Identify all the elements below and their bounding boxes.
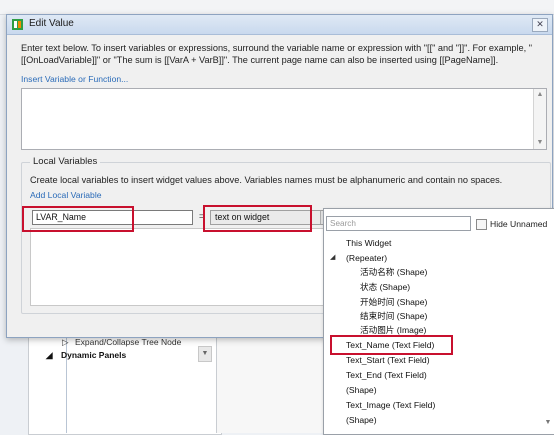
widget-search-input[interactable]: Search <box>326 216 471 231</box>
widget-item-start-time[interactable]: 开始时间 (Shape) <box>360 296 427 308</box>
local-variables-title: Local Variables <box>30 156 101 167</box>
textarea-scrollbar[interactable]: ▲ ▼ <box>533 89 546 149</box>
widget-item-text-end[interactable]: Text_End (Text Field) <box>346 369 427 381</box>
widget-chooser-popup: Search Hide Unnamed This Widget ◢ (Repea… <box>323 208 554 435</box>
insert-variable-link[interactable]: Insert Variable or Function... <box>21 74 128 84</box>
local-variables-description: Create local variables to insert widget … <box>30 175 503 185</box>
widget-item-text-start[interactable]: Text_Start (Text Field) <box>346 354 430 366</box>
background-side-panel <box>216 336 327 433</box>
close-icon[interactable]: ✕ <box>532 18 548 32</box>
hide-unnamed-label: Hide Unnamed <box>490 219 548 229</box>
highlight-type-dropdown <box>203 205 312 232</box>
popup-scroll-down-icon[interactable]: ▼ <box>542 419 554 433</box>
dialog-titlebar: Edit Value ✕ <box>7 15 552 35</box>
hide-unnamed-checkbox[interactable] <box>476 219 487 230</box>
widget-item-repeater[interactable]: (Repeater) <box>346 252 387 264</box>
highlight-text-name-item <box>330 335 453 355</box>
value-textarea[interactable]: ▲ ▼ <box>21 88 547 150</box>
tree-collapse-icon[interactable]: ◢ <box>46 350 53 361</box>
background-toolbar <box>0 0 554 15</box>
tree-collapse-icon[interactable]: ◢ <box>330 253 335 261</box>
widget-item-this-widget[interactable]: This Widget <box>346 237 391 249</box>
widget-item-shape[interactable]: (Shape) <box>346 414 377 426</box>
background-scroll-arrow[interactable]: ▼ <box>198 346 212 362</box>
scroll-up-icon[interactable]: ▲ <box>534 89 546 101</box>
tree-item-expand-collapse[interactable]: Expand/Collapse Tree Node <box>75 337 181 347</box>
tree-expand-triangle[interactable]: ▷ <box>62 337 69 348</box>
widget-item-status[interactable]: 状态 (Shape) <box>360 281 410 293</box>
scroll-down-icon[interactable]: ▼ <box>534 137 546 149</box>
widget-item-activity-name[interactable]: 活动名称 (Shape) <box>360 266 427 278</box>
intro-text: Enter text below. To insert variables or… <box>21 43 532 65</box>
tree-item-dynamic-panels[interactable]: Dynamic Panels <box>61 350 126 360</box>
highlight-variable-name <box>22 206 134 232</box>
widget-item-text-image[interactable]: Text_Image (Text Field) <box>346 399 435 411</box>
app-icon <box>12 19 23 30</box>
dialog-title: Edit Value <box>29 18 74 29</box>
add-local-variable-link[interactable]: Add Local Variable <box>30 190 102 200</box>
widget-item-shape[interactable]: (Shape) <box>346 384 377 396</box>
widget-item-end-time[interactable]: 结束时间 (Shape) <box>360 310 427 322</box>
